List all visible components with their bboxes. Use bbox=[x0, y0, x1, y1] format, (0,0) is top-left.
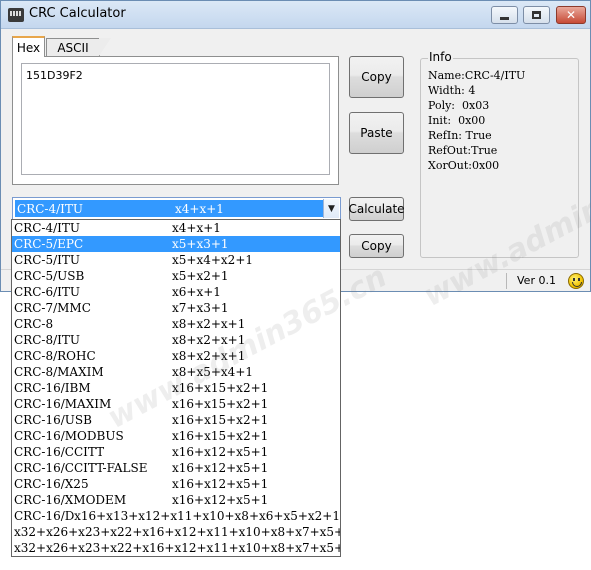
dropdown-option[interactable]: CRC-16/MODBUS x16+x15+x2+1 bbox=[12, 428, 340, 444]
option-polynomial: x8+x5+x4+1 bbox=[172, 365, 254, 379]
option-name: CRC-7/MMC bbox=[14, 301, 91, 315]
option-name: CRC-6/ITU bbox=[14, 285, 80, 299]
option-polynomial: x16+x15+x2+1 bbox=[172, 429, 269, 443]
dropdown-option[interactable]: CRC-7/MMC x7+x3+1 bbox=[12, 300, 340, 316]
option-polynomial: x5+x4+x2+1 bbox=[172, 253, 254, 267]
option-name: CRC-16/XMODEM bbox=[14, 493, 127, 507]
option-polynomial: x5+x2+1 bbox=[172, 269, 229, 283]
dropdown-option[interactable]: CRC-16/XMODEM x16+x12+x5+1 bbox=[12, 492, 340, 508]
calculator-app-icon bbox=[8, 8, 24, 22]
info-width: Width: 4 bbox=[428, 84, 476, 97]
option-name: CRC-8 bbox=[14, 317, 54, 331]
info-refout: RefOut:True bbox=[428, 144, 498, 157]
option-polynomial: x16+x12+x5+1 bbox=[172, 461, 269, 475]
dropdown-option[interactable]: CRC-16/X25 x16+x12+x5+1 bbox=[12, 476, 340, 492]
minimize-icon bbox=[500, 17, 509, 20]
info-poly: Poly: 0x03 bbox=[428, 99, 490, 112]
paste-button[interactable]: Paste bbox=[349, 112, 404, 154]
option-polynomial: x8+x2+x+1 bbox=[172, 349, 246, 363]
option-polynomial: x8+x2+x+1 bbox=[172, 317, 246, 331]
option-polynomial: x16+x15+x2+1 bbox=[172, 381, 269, 395]
dropdown-option[interactable]: CRC-16/IBM x16+x15+x2+1 bbox=[12, 380, 340, 396]
tab-hex[interactable]: Hex bbox=[12, 36, 45, 57]
option-name: CRC-8/MAXIM bbox=[14, 365, 104, 379]
option-polynomial: x5+x3+1 bbox=[172, 237, 229, 251]
option-name: CRC-5/ITU bbox=[14, 253, 80, 267]
hex-tab-panel bbox=[12, 56, 339, 185]
dropdown-option[interactable]: CRC-16/DNPx16+x13+x12+x11+x10+x8+x6+x5+x… bbox=[12, 508, 340, 524]
combo-selected-value: CRC-4/ITU x4+x+1 bbox=[15, 200, 324, 217]
dropdown-option[interactable]: CRC-5/EPC x5+x3+1 bbox=[12, 236, 340, 252]
option-name: CRC-5/USB bbox=[14, 269, 85, 283]
status-separator bbox=[506, 273, 507, 289]
close-icon: ✕ bbox=[565, 8, 577, 22]
dropdown-option[interactable]: CRC-5/USB x5+x2+1 bbox=[12, 268, 340, 284]
smiley-icon[interactable] bbox=[568, 273, 584, 289]
dropdown-option[interactable]: CRC-8/MAXIM x8+x5+x4+1 bbox=[12, 364, 340, 380]
close-button[interactable]: ✕ bbox=[556, 6, 586, 24]
info-xorout: XorOut:0x00 bbox=[428, 159, 500, 172]
maximize-icon bbox=[532, 11, 541, 19]
option-name: CRC-4/ITU bbox=[14, 221, 80, 235]
option-name: CRC-8/ROHC bbox=[14, 349, 96, 363]
tab-ascii[interactable]: ASCII bbox=[46, 38, 111, 56]
combo-selected-poly: x4+x+1 bbox=[175, 201, 224, 216]
option-polynomial: x6+x+1 bbox=[172, 285, 221, 299]
dropdown-option[interactable]: CRC-16/CCITT-FALSE x16+x12+x5+1 bbox=[12, 460, 340, 476]
combo-selected-name: CRC-4/ITU bbox=[17, 201, 83, 216]
option-polynomial: x16+x12+x5+1 bbox=[172, 477, 269, 491]
option-polynomial: x16+x13+x12+x11+x10+x8+x6+x5+x2+1 bbox=[74, 509, 340, 523]
option-name: CRC-16/X25 bbox=[14, 477, 89, 491]
info-group: Info Name:CRC-4/ITU Width: 4 Poly: 0x03 … bbox=[420, 50, 579, 258]
hex-input[interactable] bbox=[21, 63, 330, 175]
info-init: Init: 0x00 bbox=[428, 114, 486, 127]
option-name: CRC-16/USB bbox=[14, 413, 92, 427]
dropdown-option[interactable]: CRC-32/MPEG-2x32+x26+x23+x22+x16+x12+x11… bbox=[12, 540, 340, 556]
option-name: CRC-16/CCITT-FALSE bbox=[14, 461, 148, 475]
copy-input-button[interactable]: Copy bbox=[349, 56, 404, 98]
option-polynomial: x16+x12+x5+1 bbox=[172, 445, 269, 459]
dropdown-option[interactable]: CRC-8 x8+x2+x+1 bbox=[12, 316, 340, 332]
option-polynomial: x16+x15+x2+1 bbox=[172, 397, 269, 411]
dropdown-option[interactable]: CRC-8/ROHC x8+x2+x+1 bbox=[12, 348, 340, 364]
maximize-button[interactable] bbox=[523, 6, 550, 24]
option-name: CRC-16/MAXIM bbox=[14, 397, 112, 411]
option-polynomial: x16+x15+x2+1 bbox=[172, 413, 269, 427]
option-polynomial: x4+x+1 bbox=[172, 221, 221, 235]
option-name: CRC-16/MODBUS bbox=[14, 429, 124, 443]
option-polynomial: x32+x26+x23+x22+x16+x12+x11+x10+x8+x7+x5… bbox=[14, 541, 340, 555]
dropdown-option[interactable]: CRC-32x32+x26+x23+x22+x16+x12+x11+x10+x8… bbox=[12, 524, 340, 540]
info-legend: Info bbox=[428, 50, 453, 64]
dropdown-option[interactable]: CRC-16/USB x16+x15+x2+1 bbox=[12, 412, 340, 428]
window-title: CRC Calculator bbox=[29, 6, 126, 21]
crc-model-dropdown-list[interactable]: CRC-4/ITU x4+x+1 CRC-5/EPC x5+x3+1 CRC-5/ITU… bbox=[11, 219, 341, 557]
option-polynomial: x7+x3+1 bbox=[172, 301, 229, 315]
dropdown-option[interactable]: CRC-16/MAXIM x16+x15+x2+1 bbox=[12, 396, 340, 412]
title-bar[interactable]: CRC Calculator ✕ bbox=[1, 1, 590, 29]
option-name: CRC-16/IBM bbox=[14, 381, 91, 395]
dropdown-option[interactable]: CRC-8/ITU x8+x2+x+1 bbox=[12, 332, 340, 348]
minimize-button[interactable] bbox=[491, 6, 518, 24]
version-label: Ver 0.1 bbox=[517, 274, 556, 287]
chevron-down-icon[interactable]: ▼ bbox=[323, 199, 339, 218]
option-polynomial: x32+x26+x23+x22+x16+x12+x11+x10+x8+x7+x5… bbox=[14, 525, 340, 539]
option-name: CRC-5/EPC bbox=[14, 237, 84, 251]
calculate-button[interactable]: Calculate bbox=[348, 197, 405, 221]
dropdown-option[interactable]: CRC-16/CCITT x16+x12+x5+1 bbox=[12, 444, 340, 460]
dropdown-options: CRC-4/ITU x4+x+1 CRC-5/EPC x5+x3+1 CRC-5/ITU… bbox=[12, 220, 340, 556]
dropdown-option[interactable]: CRC-4/ITU x4+x+1 bbox=[12, 220, 340, 236]
dropdown-option[interactable]: CRC-5/ITU x5+x4+x2+1 bbox=[12, 252, 340, 268]
option-name: CRC-8/ITU bbox=[14, 333, 80, 347]
info-refin: RefIn: True bbox=[428, 129, 492, 142]
option-polynomial: x8+x2+x+1 bbox=[172, 333, 246, 347]
info-name: Name:CRC-4/ITU bbox=[428, 69, 526, 82]
copy-result-button[interactable]: Copy bbox=[349, 234, 404, 258]
option-name: CRC-16/DNP bbox=[14, 509, 75, 523]
dropdown-option[interactable]: CRC-6/ITU x6+x+1 bbox=[12, 284, 340, 300]
info-lines: Name:CRC-4/ITU Width: 4 Poly: 0x03 Init:… bbox=[428, 68, 525, 173]
option-polynomial: x16+x12+x5+1 bbox=[172, 493, 269, 507]
crc-model-select[interactable]: CRC-4/ITU x4+x+1 ▼ bbox=[12, 197, 341, 220]
option-name: CRC-16/CCITT bbox=[14, 445, 105, 459]
